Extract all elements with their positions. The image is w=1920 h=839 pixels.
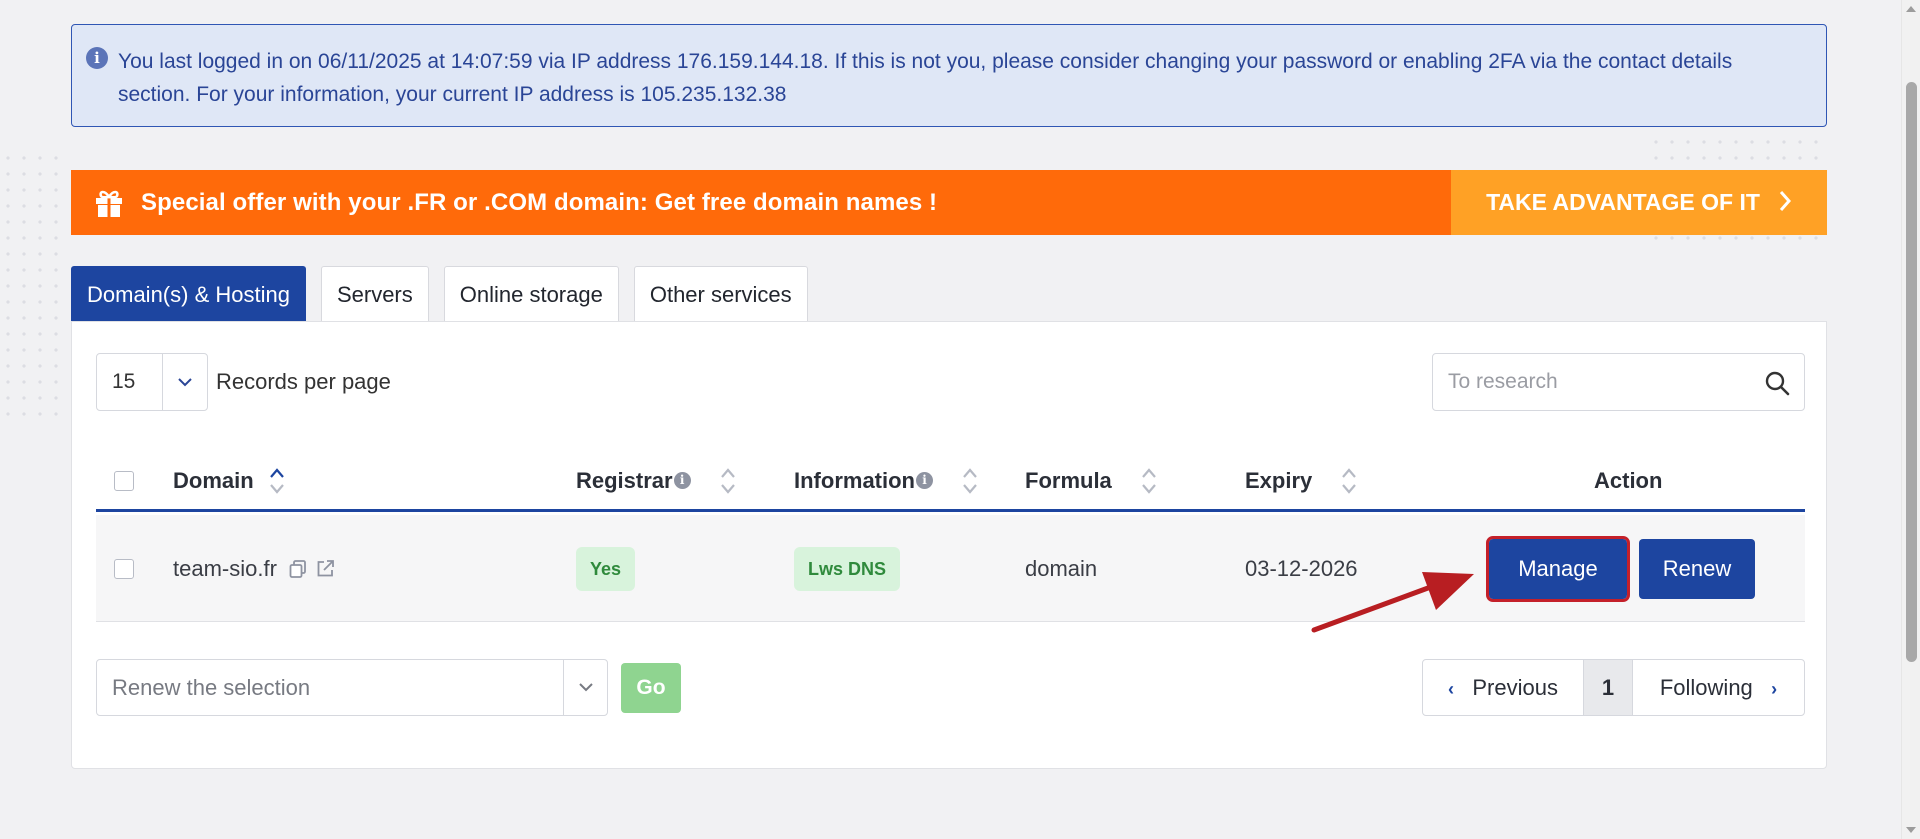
records-per-page-select[interactable]: 15 xyxy=(96,353,208,411)
last-login-alert: i You last logged in on 06/11/2025 at 14… xyxy=(71,24,1827,127)
last-login-text: You last logged in on 06/11/2025 at 14:0… xyxy=(118,50,1733,106)
row-checkbox-cell xyxy=(114,515,134,622)
domains-panel: 15 Records per page Domain xyxy=(71,321,1827,769)
copy-icon[interactable] xyxy=(289,559,307,578)
select-all-checkbox[interactable] xyxy=(114,470,134,491)
scroll-thumb[interactable] xyxy=(1906,82,1917,662)
sort-icon[interactable] xyxy=(1140,467,1158,495)
col-information-label: Information xyxy=(794,468,915,493)
take-advantage-button[interactable]: TAKE ADVANTAGE OF IT xyxy=(1451,170,1827,235)
go-button[interactable]: Go xyxy=(621,663,681,713)
registrar-cell: Yes xyxy=(576,515,636,622)
records-per-page-value: 15 xyxy=(112,370,136,393)
col-registrar-label: Registrar xyxy=(576,468,673,493)
tab-servers[interactable]: Servers xyxy=(320,266,429,322)
chevron-right-icon: › xyxy=(1771,679,1778,699)
tab-other-services[interactable]: Other services xyxy=(633,266,808,322)
sort-icon[interactable] xyxy=(268,467,286,495)
col-action-label: Action xyxy=(1594,468,1663,493)
scroll-up-arrow[interactable] xyxy=(1906,6,1916,12)
bulk-action-value: Renew the selection xyxy=(112,675,311,700)
col-formula-label: Formula xyxy=(1025,468,1112,493)
bulk-action-select[interactable]: Renew the selection xyxy=(96,659,608,716)
promo-banner: Special offer with your .FR or .COM doma… xyxy=(71,170,1827,235)
promo-text: Special offer with your .FR or .COM doma… xyxy=(141,188,938,216)
select-all-checkbox-cell xyxy=(114,452,134,509)
previous-page-button[interactable]: ‹ Previous xyxy=(1423,660,1584,715)
page-scrollbar[interactable] xyxy=(1901,0,1920,839)
col-expiry[interactable]: Expiry xyxy=(1245,452,1358,509)
gift-icon xyxy=(93,187,125,219)
pagination: ‹ Previous 1 Following › xyxy=(1422,659,1805,716)
next-page-button[interactable]: Following › xyxy=(1633,660,1804,715)
information-cell: Lws DNS xyxy=(794,515,901,622)
chevron-down-icon xyxy=(162,354,207,410)
chevron-left-icon: ‹ xyxy=(1448,679,1455,699)
action-cell: Manage Renew xyxy=(1486,515,1755,622)
help-icon[interactable]: i xyxy=(673,472,691,489)
renew-button[interactable]: Renew xyxy=(1639,538,1755,599)
info-icon: i xyxy=(86,47,108,69)
tab-domains-hosting[interactable]: Domain(s) & Hosting xyxy=(71,266,306,322)
scroll-down-arrow[interactable] xyxy=(1906,827,1916,833)
records-per-page-label: Records per page xyxy=(216,369,391,394)
row-checkbox[interactable] xyxy=(114,558,134,579)
sort-icon[interactable] xyxy=(961,467,979,495)
domain-name: team-sio.fr xyxy=(173,555,277,581)
chevron-down-icon xyxy=(563,660,607,715)
search-box xyxy=(1432,353,1805,411)
col-expiry-label: Expiry xyxy=(1245,468,1313,493)
annotation-arrow xyxy=(1311,572,1474,633)
col-registrar[interactable]: Registrar i xyxy=(576,452,737,509)
previous-label: Previous xyxy=(1472,675,1558,700)
manage-button[interactable]: Manage xyxy=(1486,535,1630,602)
search-input[interactable] xyxy=(1448,355,1758,409)
registrar-badge: Yes xyxy=(576,546,636,591)
current-page[interactable]: 1 xyxy=(1584,660,1633,715)
service-tabs: Domain(s) & Hosting Servers Online stora… xyxy=(71,266,808,322)
col-action: Action xyxy=(1594,452,1662,509)
external-link-icon[interactable] xyxy=(316,559,335,578)
col-domain-label: Domain xyxy=(173,468,254,493)
col-information[interactable]: Information i xyxy=(794,452,979,509)
formula-cell: domain xyxy=(1025,555,1098,581)
col-domain[interactable]: Domain xyxy=(173,452,286,509)
information-badge: Lws DNS xyxy=(794,546,901,591)
sort-icon[interactable] xyxy=(719,467,737,495)
page: i You last logged in on 06/11/2025 at 14… xyxy=(0,0,1920,839)
sort-icon[interactable] xyxy=(1340,467,1358,495)
records-per-page: 15 Records per page xyxy=(96,353,391,411)
col-formula[interactable]: Formula xyxy=(1025,452,1158,509)
domain-cell: team-sio.fr xyxy=(173,515,335,622)
chevron-right-icon xyxy=(1778,189,1792,217)
help-icon[interactable]: i xyxy=(916,472,933,489)
table-header: Domain Registrar i Information i Formula… xyxy=(96,452,1805,512)
search-icon[interactable] xyxy=(1764,370,1790,396)
decorative-dots-left xyxy=(0,150,70,420)
next-label: Following xyxy=(1659,675,1753,700)
tab-online-storage[interactable]: Online storage xyxy=(443,266,619,322)
take-advantage-label: TAKE ADVANTAGE OF IT xyxy=(1486,189,1760,215)
table-row: team-sio.fr Yes Lws DNS domain 03-12-202… xyxy=(96,515,1805,622)
